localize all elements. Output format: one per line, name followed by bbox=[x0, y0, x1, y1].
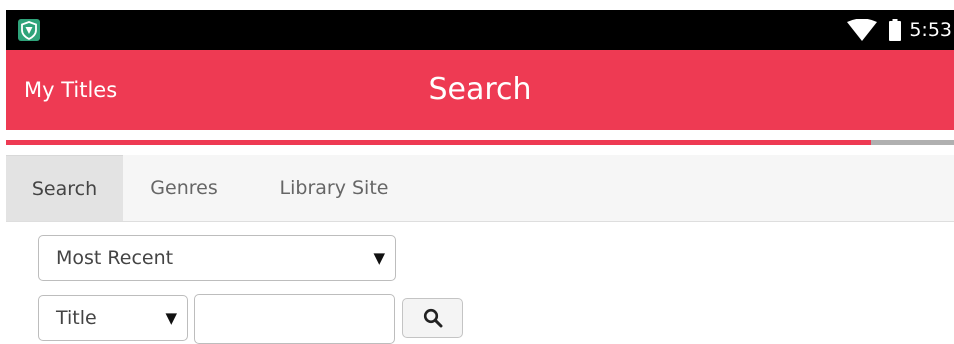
search-button[interactable] bbox=[402, 298, 463, 338]
search-field-value: Title bbox=[56, 307, 97, 329]
progress-bar bbox=[6, 140, 954, 145]
tab-search[interactable]: Search bbox=[6, 155, 123, 221]
tab-library-site[interactable]: Library Site bbox=[245, 155, 423, 221]
sort-order-select[interactable]: Most Recent ▼ bbox=[38, 235, 396, 281]
magnifier-icon bbox=[423, 308, 442, 328]
shield-app-icon bbox=[18, 19, 40, 41]
sort-order-value: Most Recent bbox=[56, 247, 174, 269]
app-screen: 5:53 My Titles Search Search Genres Libr… bbox=[6, 0, 954, 344]
search-field-select[interactable]: Title ▼ bbox=[38, 295, 188, 341]
status-clock: 5:53 bbox=[909, 19, 952, 41]
page-title: Search bbox=[428, 72, 532, 107]
tab-bar: Search Genres Library Site bbox=[6, 155, 954, 222]
dropdown-arrow-icon: ▼ bbox=[165, 309, 177, 327]
battery-icon bbox=[889, 19, 902, 41]
app-bar: My Titles Search bbox=[6, 50, 954, 130]
status-bar-right: 5:53 bbox=[847, 10, 954, 50]
dropdown-arrow-icon: ▼ bbox=[373, 249, 385, 267]
status-bar: 5:53 bbox=[6, 10, 954, 50]
progress-bar-fill bbox=[6, 140, 871, 145]
tab-genres[interactable]: Genres bbox=[123, 155, 245, 221]
wifi-icon bbox=[847, 19, 878, 41]
my-titles-link[interactable]: My Titles bbox=[24, 50, 117, 130]
